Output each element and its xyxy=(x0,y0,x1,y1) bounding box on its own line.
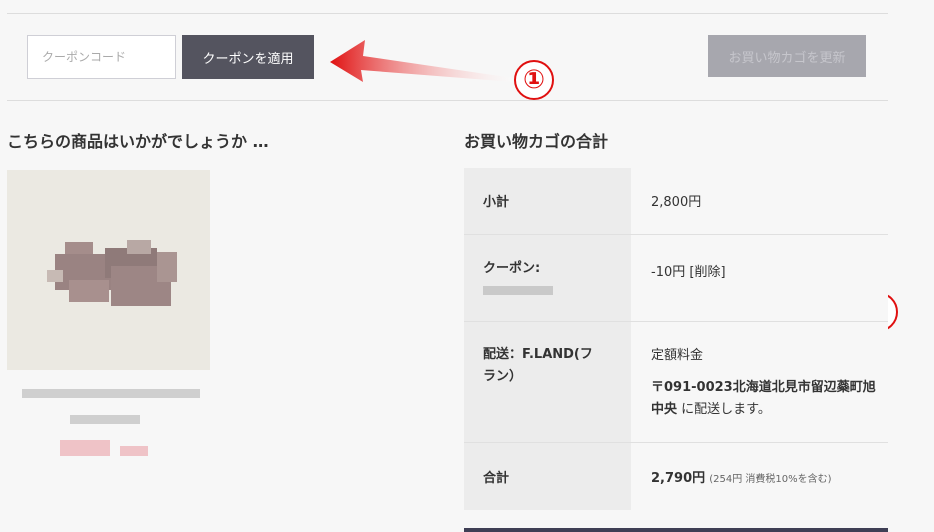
cross-sells-title: こちらの商品はいかがでしょうか … xyxy=(7,132,269,151)
product-name-blur-2 xyxy=(70,415,140,424)
apply-coupon-button[interactable]: クーポンを適用 xyxy=(182,35,314,79)
top-divider xyxy=(7,13,888,14)
shipping-destination: 〒091-0023北海道北見市留辺蘂町旭中央 に配送します。 xyxy=(651,377,887,421)
coupon-discount-value: -10円 xyxy=(651,264,686,280)
annotation-arrow-1 xyxy=(330,40,513,82)
cart-totals-title: お買い物カゴの合計 xyxy=(464,132,609,151)
product-price-blur-2 xyxy=(120,446,148,456)
coupon-row: クーポン: -10円 [削除] xyxy=(464,234,888,321)
shipping-method: 定額料金 xyxy=(651,347,704,363)
product-price-blur xyxy=(60,440,110,456)
coupon-row-divider xyxy=(7,100,888,101)
subtotal-label: 小計 xyxy=(464,168,631,234)
proceed-to-checkout-button[interactable] xyxy=(464,528,888,532)
coupon-label: クーポン: xyxy=(483,260,541,276)
shipping-label-text: 配送：F.LAND(フラン） xyxy=(483,346,593,384)
shipping-label: 配送：F.LAND(フラン） xyxy=(464,321,631,442)
coupon-code-input[interactable] xyxy=(27,35,176,79)
tax-note: (254円 消費税10%を含む) xyxy=(709,473,832,485)
pixelated-product-photo xyxy=(47,240,177,306)
shipping-suffix: に配送します。 xyxy=(681,401,771,417)
remove-coupon-link[interactable]: [削除] xyxy=(689,265,725,280)
subtotal-value: 2,800円 xyxy=(631,168,888,234)
shipping-row: 配送：F.LAND(フラン） 定額料金 〒091-0023北海道北見市留辺蘂町旭… xyxy=(464,321,888,442)
order-total-cell: 2,790円 (254円 消費税10%を含む) xyxy=(631,442,888,510)
order-total-value: 2,790円 xyxy=(651,470,706,486)
coupon-code-blur xyxy=(483,285,553,295)
order-total-label: 合計 xyxy=(464,442,631,510)
product-image[interactable] xyxy=(7,170,210,370)
shipping-value-cell: 定額料金 〒091-0023北海道北見市留辺蘂町旭中央 に配送します。 xyxy=(631,321,888,442)
product-name-blur xyxy=(22,389,200,398)
coupon-label-cell: クーポン: xyxy=(464,234,631,321)
order-total-row: 合計 2,790円 (254円 消費税10%を含む) xyxy=(464,442,888,510)
annotation-marker-1: ① xyxy=(514,60,554,100)
update-cart-button[interactable]: お買い物カゴを更新 xyxy=(708,35,866,77)
cart-totals-table: 小計 2,800円 クーポン: -10円 [削除] 配送：F.LAND(フラン）… xyxy=(464,168,888,510)
coupon-value-cell: -10円 [削除] xyxy=(631,234,888,321)
subtotal-row: 小計 2,800円 xyxy=(464,168,888,234)
